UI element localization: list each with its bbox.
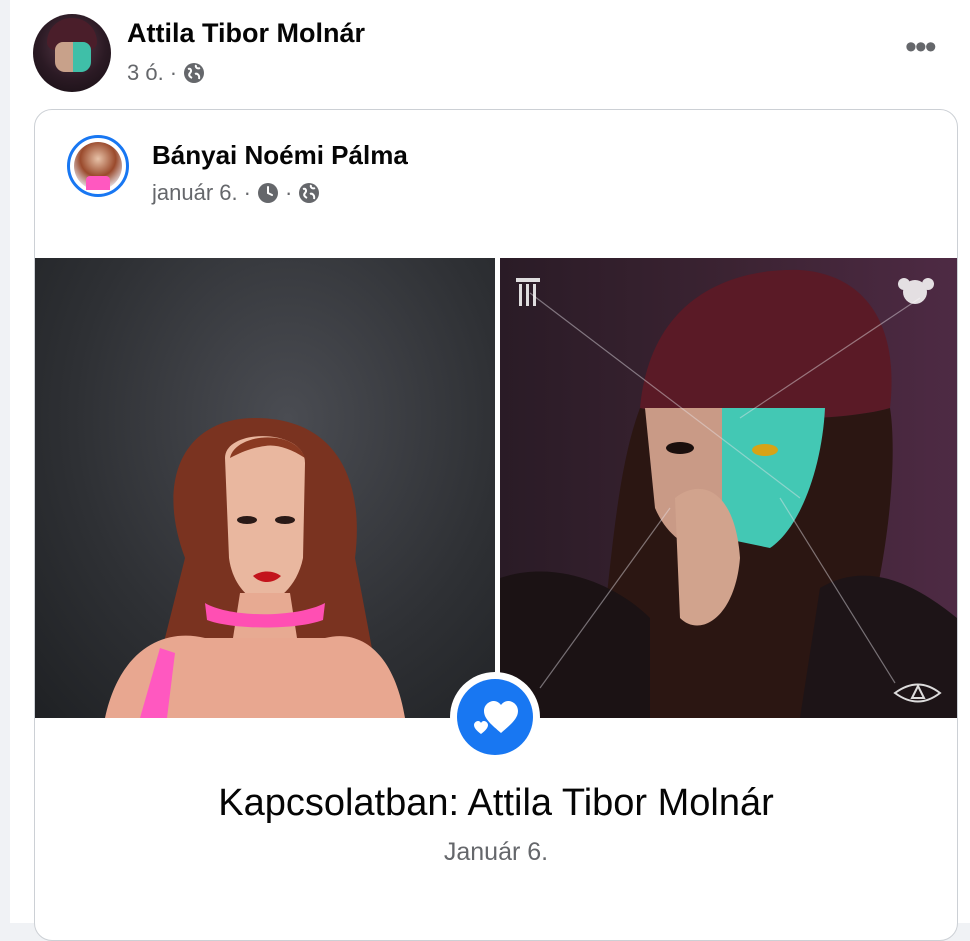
shared-author-name[interactable]: Bányai Noémi Pálma bbox=[152, 140, 408, 171]
hearts-icon bbox=[457, 679, 533, 755]
life-event-photos[interactable] bbox=[35, 258, 957, 718]
shared-author-avatar[interactable] bbox=[67, 135, 129, 197]
life-event-title[interactable]: Kapcsolatban: Attila Tibor Molnár bbox=[35, 782, 957, 825]
more-options-icon[interactable]: ••• bbox=[905, 30, 937, 64]
globe-icon[interactable] bbox=[298, 182, 320, 204]
feed-post: Attila Tibor Molnár 3 ó. · ••• Bányai No… bbox=[10, 0, 970, 941]
shared-post-meta: január 6. · · bbox=[152, 180, 320, 206]
clock-icon bbox=[257, 182, 279, 204]
life-event-badge bbox=[450, 672, 540, 762]
post-author-name[interactable]: Attila Tibor Molnár bbox=[127, 18, 365, 49]
shared-post[interactable]: Bányai Noémi Pálma január 6. · · Kapcsol… bbox=[34, 109, 958, 941]
life-event-date: Január 6. bbox=[443, 838, 549, 866]
author-photo[interactable] bbox=[500, 258, 957, 718]
post-time[interactable]: 3 ó. bbox=[127, 60, 164, 86]
avatar[interactable] bbox=[33, 14, 111, 92]
post-meta: 3 ó. · bbox=[127, 60, 205, 86]
shared-post-date[interactable]: január 6. bbox=[152, 180, 238, 206]
partner-photo[interactable] bbox=[35, 258, 495, 718]
globe-icon[interactable] bbox=[183, 62, 205, 84]
